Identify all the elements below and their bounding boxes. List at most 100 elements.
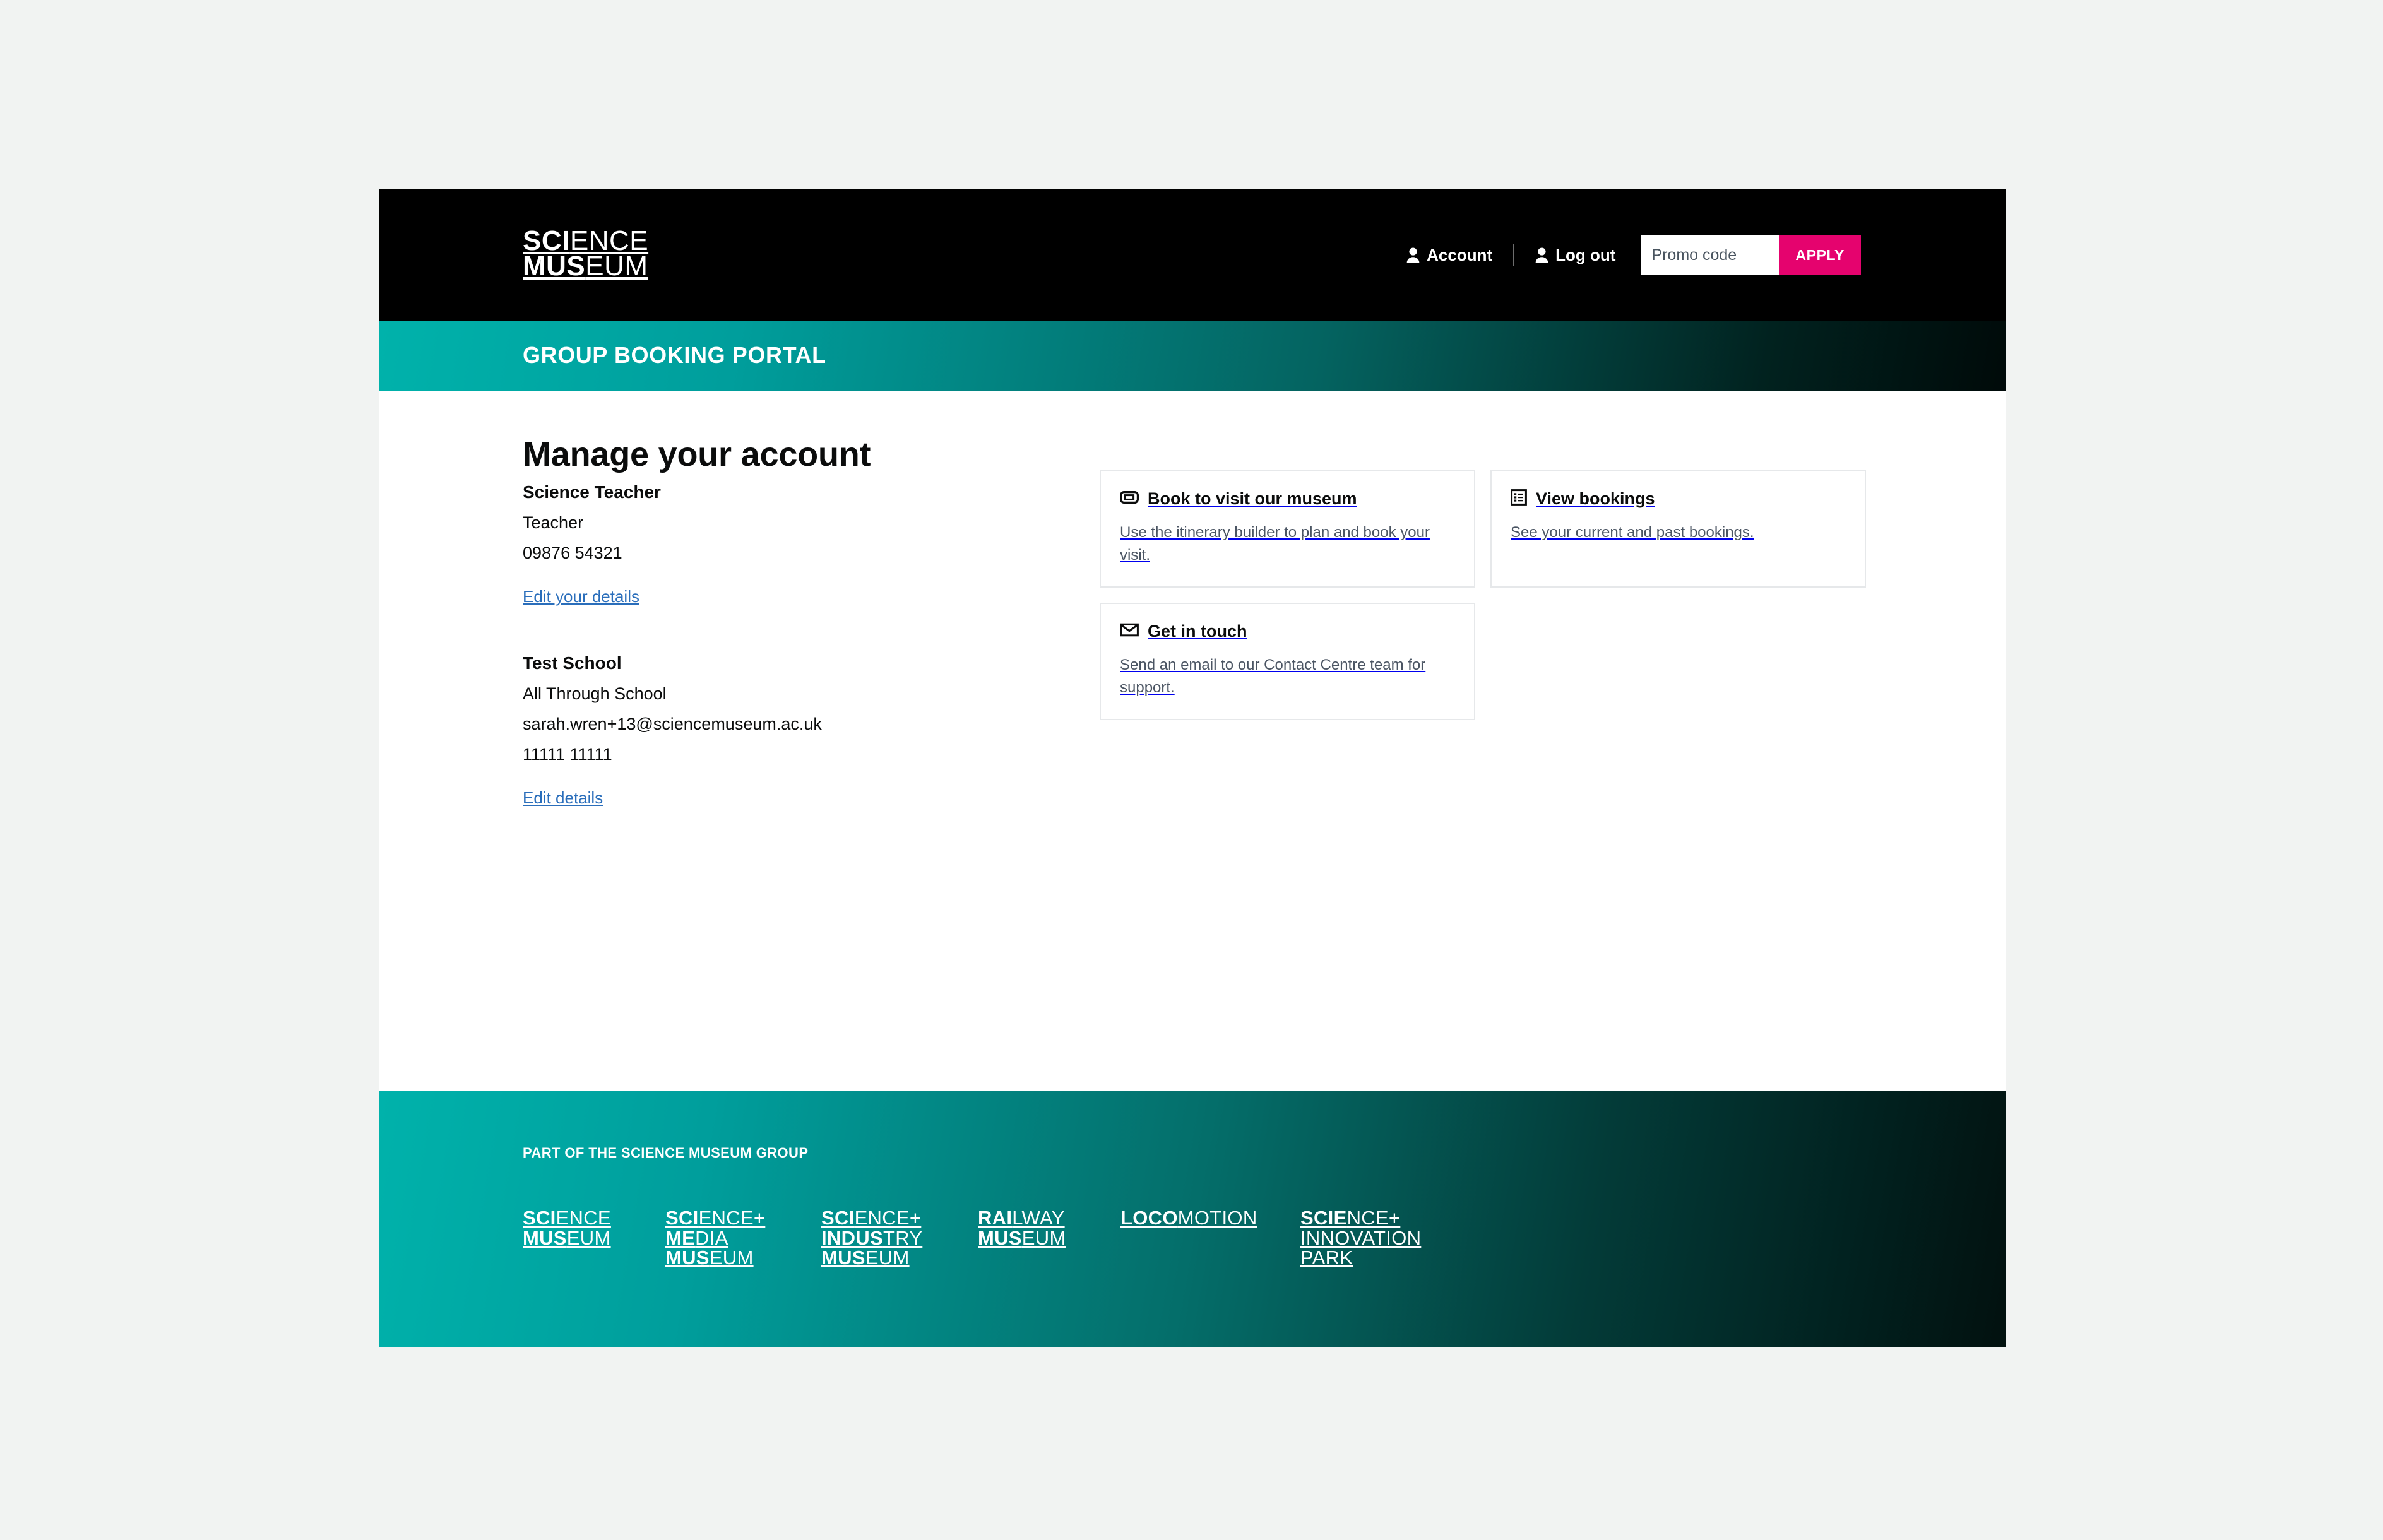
card-title: View bookings: [1536, 489, 1655, 508]
footer-logo-science-industry-museum[interactable]: SCIENCE+ INDUSTRY MUSEUM: [821, 1208, 978, 1268]
footer-logo-line: MUSEUM: [523, 1228, 665, 1248]
details-spacer: [523, 607, 1002, 653]
footer-logo-light: ENCE+: [698, 1207, 766, 1229]
logo-line-2-bold: MUS: [523, 251, 586, 282]
header-actions: Account Log out APPLY: [1403, 235, 1861, 275]
person-details-block: Science Teacher Teacher 09876 54321 Edit…: [523, 482, 1002, 607]
portal-banner: GROUP BOOKING PORTAL: [379, 321, 2006, 391]
footer-logo-light: EUM: [865, 1247, 910, 1269]
card-title: Get in touch: [1148, 621, 1247, 641]
action-cards-row-2: Get in touch Send an email to our Contac…: [1100, 602, 1867, 720]
card-header: Get in touch: [1120, 622, 1455, 641]
view-bookings-card[interactable]: View bookings See your current and past …: [1490, 470, 1866, 588]
site-header: SCIENCE MUSEUM Account Log out APPLY: [379, 189, 2006, 321]
apply-promo-button[interactable]: APPLY: [1779, 235, 1861, 275]
logo-line-1: SCIENCE: [523, 227, 648, 255]
footer-logo-science-innovation-park[interactable]: SCIENCE+ INNOVATION PARK: [1300, 1208, 1465, 1268]
person-phone: 09876 54321: [523, 543, 622, 562]
action-cards-row-1: Book to visit our museum Use the itinera…: [1100, 470, 1867, 588]
person-icon: [1535, 247, 1548, 263]
footer-logo-line: SCIENCE+: [821, 1208, 978, 1228]
person-name: Science Teacher: [523, 482, 661, 502]
footer-logo-light: EUM: [566, 1226, 611, 1249]
edit-your-details-link[interactable]: Edit your details: [523, 587, 639, 607]
footer-logo-line: SCIENCE: [523, 1208, 665, 1228]
organisation-type: All Through School: [523, 684, 667, 703]
footer-logo-bold: MUS: [665, 1247, 710, 1269]
logout-link[interactable]: Log out: [1531, 246, 1619, 265]
footer-logo-line: MUSEUM: [978, 1228, 1120, 1248]
card-description: Use the itinerary builder to plan and bo…: [1120, 524, 1430, 564]
page-title: Manage your account: [523, 435, 871, 474]
footer-logo-light: EUM: [1021, 1226, 1066, 1249]
footer-logo-bold: LOCO: [1120, 1207, 1178, 1229]
footer-logo-light: INNOVATION: [1300, 1226, 1422, 1249]
main-content: Manage your account Science Teacher Teac…: [379, 391, 2006, 1091]
footer-logo-light: NCE+: [1346, 1207, 1401, 1229]
footer-logo-line: LOCOMOTION: [1120, 1208, 1300, 1228]
card-header: View bookings: [1511, 489, 1846, 509]
get-in-touch-card[interactable]: Get in touch Send an email to our Contac…: [1100, 602, 1475, 720]
card-description: See your current and past bookings.: [1511, 524, 1754, 541]
organisation-details-block: Test School All Through School sarah.wre…: [523, 653, 1002, 808]
edit-details-link[interactable]: Edit details: [523, 788, 603, 808]
footer-logo-light: DIA: [695, 1226, 728, 1249]
footer-logo-bold: RAI: [978, 1207, 1013, 1229]
browser-page: SCIENCE MUSEUM Account Log out APPLY: [379, 189, 2006, 1348]
promo-code-input[interactable]: [1641, 235, 1780, 275]
footer-logo-bold: SCI: [665, 1207, 699, 1229]
action-cards: Book to visit our museum Use the itinera…: [1100, 470, 1867, 735]
footer-logo-light: TRY: [882, 1226, 923, 1249]
card-description: Send an email to our Contact Centre team…: [1120, 656, 1426, 697]
person-icon: [1406, 247, 1420, 263]
footer-logo-line: INDUSTRY: [821, 1228, 978, 1248]
footer-logo-locomotion[interactable]: LOCOMOTION: [1120, 1208, 1300, 1228]
footer-logo-light: PARK: [1300, 1247, 1353, 1269]
footer-logo-science-museum[interactable]: SCIENCE MUSEUM: [523, 1208, 665, 1248]
footer-logo-bold: SCI: [821, 1207, 855, 1229]
organisation-email: sarah.wren+13@sciencemuseum.ac.uk: [523, 714, 822, 733]
footer-logo-bold: MUS: [523, 1226, 567, 1249]
book-to-visit-card[interactable]: Book to visit our museum Use the itinera…: [1100, 470, 1475, 588]
card-title: Book to visit our museum: [1148, 489, 1357, 508]
ticket-icon: [1120, 490, 1139, 508]
footer-logo-light: EUM: [709, 1247, 754, 1269]
footer-logo-bold: ME: [665, 1226, 696, 1249]
header-divider: [1513, 244, 1515, 266]
account-link[interactable]: Account: [1403, 246, 1496, 265]
footer-strapline: PART OF THE SCIENCE MUSEUM GROUP: [523, 1145, 809, 1161]
footer-logo-bold: SCIE: [1300, 1207, 1347, 1229]
promo-code-form: APPLY: [1641, 235, 1861, 275]
footer-logo-light: ENCE: [556, 1207, 611, 1229]
footer-logo-line: SCIENCE+: [1300, 1208, 1465, 1228]
footer-logo-line: PARK: [1300, 1248, 1465, 1268]
footer-logo-line: MUSEUM: [665, 1248, 821, 1268]
footer-logo-bold: MUS: [978, 1226, 1022, 1249]
footer-logo-line: MUSEUM: [821, 1248, 978, 1268]
footer-logo-bold: MUS: [821, 1247, 865, 1269]
person-role: Teacher: [523, 513, 584, 532]
logo-line-2: MUSEUM: [523, 251, 648, 282]
footer-logo-line: SCIENCE+: [665, 1208, 821, 1228]
footer-logo-light: LWAY: [1012, 1207, 1065, 1229]
account-label: Account: [1427, 245, 1493, 264]
footer-logo-line: RAILWAY: [978, 1208, 1120, 1228]
organisation-name: Test School: [523, 653, 622, 673]
account-details-column: Science Teacher Teacher 09876 54321 Edit…: [523, 482, 1002, 808]
footer-logo-bold: INDUS: [821, 1226, 883, 1249]
organisation-phone: 11111 11111: [523, 745, 612, 764]
portal-banner-title: GROUP BOOKING PORTAL: [523, 342, 826, 368]
logout-label: Log out: [1555, 245, 1616, 264]
footer-logo-list: SCIENCE MUSEUM SCIENCE+ MEDIA MUSEUM SCI…: [523, 1208, 1465, 1268]
footer-logo-line: MEDIA: [665, 1228, 821, 1248]
footer-logo-light: ENCE+: [854, 1207, 922, 1229]
footer-logo-bold: SCI: [523, 1207, 556, 1229]
footer-logo-railway-museum[interactable]: RAILWAY MUSEUM: [978, 1208, 1120, 1248]
footer-logo-science-media-museum[interactable]: SCIENCE+ MEDIA MUSEUM: [665, 1208, 821, 1268]
footer-logo-line: INNOVATION: [1300, 1228, 1465, 1248]
site-footer: PART OF THE SCIENCE MUSEUM GROUP SCIENCE…: [379, 1091, 2006, 1348]
card-header: Book to visit our museum: [1120, 489, 1455, 509]
logo-line-2-light: EUM: [585, 251, 648, 282]
footer-logo-light: MOTION: [1177, 1207, 1257, 1229]
science-museum-logo[interactable]: SCIENCE MUSEUM: [523, 227, 648, 282]
